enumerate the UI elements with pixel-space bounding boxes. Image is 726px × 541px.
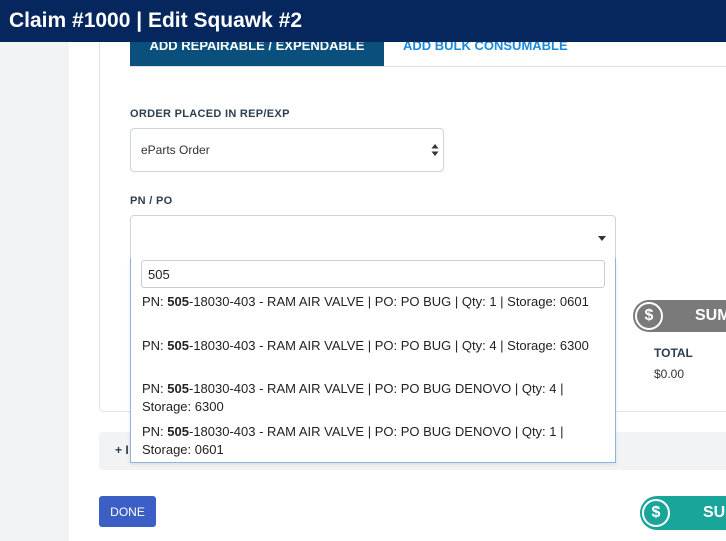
dollar-icon: $ bbox=[635, 302, 663, 330]
total-value: $0.00 bbox=[654, 367, 685, 381]
option-prefix: PN: bbox=[142, 294, 168, 309]
summary-label: SUM bbox=[695, 307, 726, 324]
option-prefix: PN: bbox=[142, 381, 168, 396]
pn-po-option[interactable]: PN: 505-18030-403 - RAM AIR VALVE | PO: … bbox=[142, 380, 592, 416]
option-text: -18030-403 - RAM AIR VALVE | PO: PO BUG … bbox=[189, 338, 589, 353]
done-button[interactable]: DONE bbox=[99, 496, 156, 527]
chevron-down-icon bbox=[598, 236, 606, 241]
order-placed-select[interactable]: eParts Order bbox=[130, 128, 444, 172]
pn-po-option[interactable]: PN: 505-18030-403 - RAM AIR VALVE | PO: … bbox=[142, 337, 592, 355]
option-prefix: PN: bbox=[142, 424, 168, 439]
total-label: TOTAL bbox=[654, 346, 693, 360]
summary-button-label: SU bbox=[703, 504, 726, 521]
pn-po-option[interactable]: PN: 505-18030-403 - RAM AIR VALVE | PO: … bbox=[142, 423, 592, 459]
pn-po-label: PN / PO bbox=[130, 195, 173, 207]
option-match: 505 bbox=[167, 381, 189, 396]
option-match: 505 bbox=[167, 294, 189, 309]
summary-button[interactable]: $ SU bbox=[640, 496, 726, 530]
pn-po-search-input[interactable] bbox=[141, 260, 605, 288]
summary-badge[interactable]: $ SUM bbox=[633, 300, 726, 332]
select-arrows-icon bbox=[431, 144, 439, 156]
option-text: -18030-403 - RAM AIR VALVE | PO: PO BUG … bbox=[142, 381, 564, 414]
dollar-icon: $ bbox=[642, 499, 670, 527]
option-text: -18030-403 - RAM AIR VALVE | PO: PO BUG … bbox=[189, 294, 589, 309]
option-prefix: PN: bbox=[142, 338, 168, 353]
left-sidebar bbox=[0, 0, 69, 541]
order-placed-label: ORDER PLACED IN REP/EXP bbox=[130, 108, 290, 120]
order-placed-value: eParts Order bbox=[141, 143, 210, 157]
add-item-label: + I bbox=[115, 443, 129, 457]
page-title: Claim #1000 | Edit Squawk #2 bbox=[0, 0, 726, 42]
option-match: 505 bbox=[167, 424, 189, 439]
pn-po-dropdown: PN: 505-18030-403 - RAM AIR VALVE | PO: … bbox=[130, 258, 616, 463]
option-match: 505 bbox=[167, 338, 189, 353]
option-text: -18030-403 - RAM AIR VALVE | PO: PO BUG … bbox=[142, 424, 564, 457]
pn-po-option[interactable]: PN: 505-18030-403 - RAM AIR VALVE | PO: … bbox=[142, 293, 592, 311]
pn-po-combobox[interactable] bbox=[130, 215, 616, 259]
